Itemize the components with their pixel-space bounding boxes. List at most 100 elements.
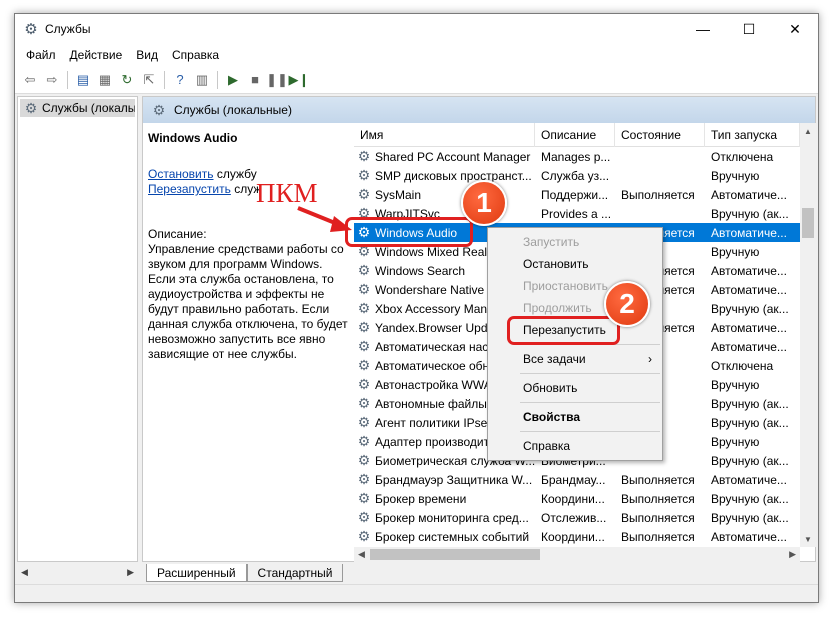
service-state-cell: Выполняется	[621, 472, 695, 487]
menu-separator	[520, 373, 660, 374]
service-name: Брокер времени	[375, 491, 467, 506]
tab-standard[interactable]: Стандартный	[246, 564, 344, 582]
tab-extended[interactable]: Расширенный	[146, 564, 247, 582]
service-name: Wondershare Native I	[375, 282, 491, 297]
tree-item-services-local[interactable]: ⚙ Службы (локалы	[20, 99, 135, 117]
step-badge-2: 2	[604, 281, 650, 327]
toolbar-divider	[217, 70, 218, 89]
table-row[interactable]: ⚙ Shared PC Account Manager Manages p... От…	[354, 147, 800, 166]
pause-service-icon[interactable]: ❚❚	[266, 69, 288, 91]
minimize-button[interactable]: —	[680, 14, 726, 44]
tree-item-label: Службы (локалы	[42, 101, 135, 115]
scroll-thumb[interactable]	[802, 208, 814, 238]
left-horizontal-scrollbar[interactable]: ◀ ▶	[17, 564, 138, 581]
service-description-cell: Координи...	[541, 491, 605, 506]
properties-icon[interactable]: ▦	[94, 69, 116, 91]
restart-service-icon[interactable]: ▶❙	[288, 69, 310, 91]
refresh-icon[interactable]: ↻	[116, 69, 138, 91]
service-name: SMP дисковых пространст...	[375, 168, 532, 183]
gear-icon: ⚙	[357, 376, 371, 393]
menu-view[interactable]: Вид	[129, 48, 165, 62]
service-startup-cell: Автоматиче...	[711, 263, 787, 278]
table-row[interactable]: ⚙ Брокер системных событий Координи... Выпо…	[354, 527, 800, 546]
scroll-right-icon[interactable]: ▶	[789, 549, 796, 560]
context-menu-item-label: Свойства	[523, 410, 581, 424]
menu-separator	[520, 402, 660, 403]
service-name: Shared PC Account Manager	[375, 149, 531, 164]
service-startup-cell: Отключена	[711, 358, 774, 373]
column-name-header[interactable]: Имя	[354, 123, 535, 147]
scroll-left-icon[interactable]: ◀	[358, 549, 365, 560]
scroll-down-icon[interactable]: ▼	[800, 531, 816, 547]
stop-service-icon[interactable]: ■	[244, 69, 266, 91]
toolbar-divider	[164, 70, 165, 89]
service-name: Xbox Accessory Mana	[375, 301, 494, 316]
table-row[interactable]: ⚙ Брокер мониторинга сред... Отслежив... Вы…	[354, 508, 800, 527]
table-row[interactable]: ⚙ Брокер времени Координи... Выполняется Вру…	[354, 489, 800, 508]
gear-icon: ⚙	[357, 281, 371, 298]
service-startup-cell: Вручную	[711, 434, 760, 449]
services-gear-icon: ⚙	[24, 21, 38, 38]
gear-icon: ⚙	[357, 319, 371, 336]
service-startup-cell: Автоматиче...	[711, 320, 787, 335]
service-name: Брандмауэр Защитника W...	[375, 472, 533, 487]
detail-service-name: Windows Audio	[148, 131, 238, 145]
service-name-cell: ⚙ Shared PC Account Manager	[354, 149, 535, 165]
gear-icon: ⚙	[152, 101, 166, 118]
context-menu-item[interactable]: Свойства	[488, 406, 662, 428]
forward-arrow-icon[interactable]: ⇨	[41, 69, 63, 91]
gear-icon: ⚙	[357, 300, 371, 317]
export-list-icon[interactable]: ⇱	[138, 69, 160, 91]
restart-service-link[interactable]: Перезапустить	[148, 182, 231, 196]
gear-icon: ⚙	[357, 452, 371, 469]
view-icon[interactable]: ▥	[191, 69, 213, 91]
service-state-cell: Выполняется	[621, 187, 695, 202]
menu-action[interactable]: Действие	[63, 48, 130, 62]
service-startup-cell: Вручную (ак...	[711, 396, 789, 411]
horizontal-scrollbar[interactable]: ◀ ▶	[354, 547, 800, 562]
gear-icon: ⚙	[357, 509, 371, 526]
context-menu-item-label: Приостановить	[523, 279, 608, 293]
stop-service-line: Остановить службу	[148, 167, 348, 182]
console-tree-icon[interactable]: ▤	[72, 69, 94, 91]
service-state-cell: Выполняется	[621, 491, 695, 506]
table-row[interactable]: ⚙ Брандмауэр Защитника W... Брандмау... Вып…	[354, 470, 800, 489]
context-menu-item[interactable]: Остановить	[488, 253, 662, 275]
column-description-header[interactable]: Описание	[535, 123, 615, 147]
column-state-header[interactable]: Состояние	[615, 123, 705, 147]
menu-bar: Файл Действие Вид Справка	[15, 44, 818, 66]
service-name-cell: ⚙ Брокер системных событий	[354, 529, 535, 545]
stop-service-link[interactable]: Остановить	[148, 167, 214, 181]
help-icon[interactable]: ?	[169, 69, 191, 91]
context-menu-item[interactable]: Обновить	[488, 377, 662, 399]
gear-icon: ⚙	[357, 471, 371, 488]
gear-icon: ⚙	[24, 99, 38, 116]
horizontal-scroll-thumb[interactable]	[370, 549, 540, 560]
scroll-left-icon[interactable]: ◀	[21, 567, 28, 578]
start-service-icon[interactable]: ▶	[222, 69, 244, 91]
scroll-up-icon[interactable]: ▲	[800, 123, 816, 139]
service-description-cell: Отслежив...	[541, 510, 607, 525]
menu-file[interactable]: Файл	[19, 48, 63, 62]
context-menu-item[interactable]: Справка	[488, 435, 662, 457]
table-row[interactable]: ⚙ SMP дисковых пространст... Служба уз... В…	[354, 166, 800, 185]
description-text: Управление средствами работы со звуком д…	[148, 242, 348, 361]
service-startup-cell: Автоматиче...	[711, 339, 787, 354]
context-menu-item[interactable]: Все задачи ›	[488, 348, 662, 370]
service-description-cell: Manages p...	[541, 149, 611, 164]
close-button[interactable]: ✕	[772, 14, 818, 44]
back-arrow-icon[interactable]: ⇦	[19, 69, 41, 91]
vertical-scrollbar[interactable]: ▲ ▼	[800, 123, 816, 547]
service-startup-cell: Автоматиче...	[711, 187, 787, 202]
service-startup-cell: Вручную (ак...	[711, 491, 789, 506]
maximize-button[interactable]: ☐	[726, 14, 772, 44]
highlight-frame-restart	[507, 316, 620, 345]
menu-help[interactable]: Справка	[165, 48, 226, 62]
table-row[interactable]: ⚙ SysMain Поддержи... Выполняется Автоматиче…	[354, 185, 800, 204]
scroll-right-icon[interactable]: ▶	[127, 567, 134, 578]
gear-icon: ⚙	[357, 414, 371, 431]
column-startup-header[interactable]: Тип запуска	[705, 123, 800, 147]
service-name: Адаптер производит	[375, 434, 490, 449]
service-name: Yandex.Browser Upda	[375, 320, 495, 335]
service-description-cell: Координи...	[541, 529, 605, 544]
